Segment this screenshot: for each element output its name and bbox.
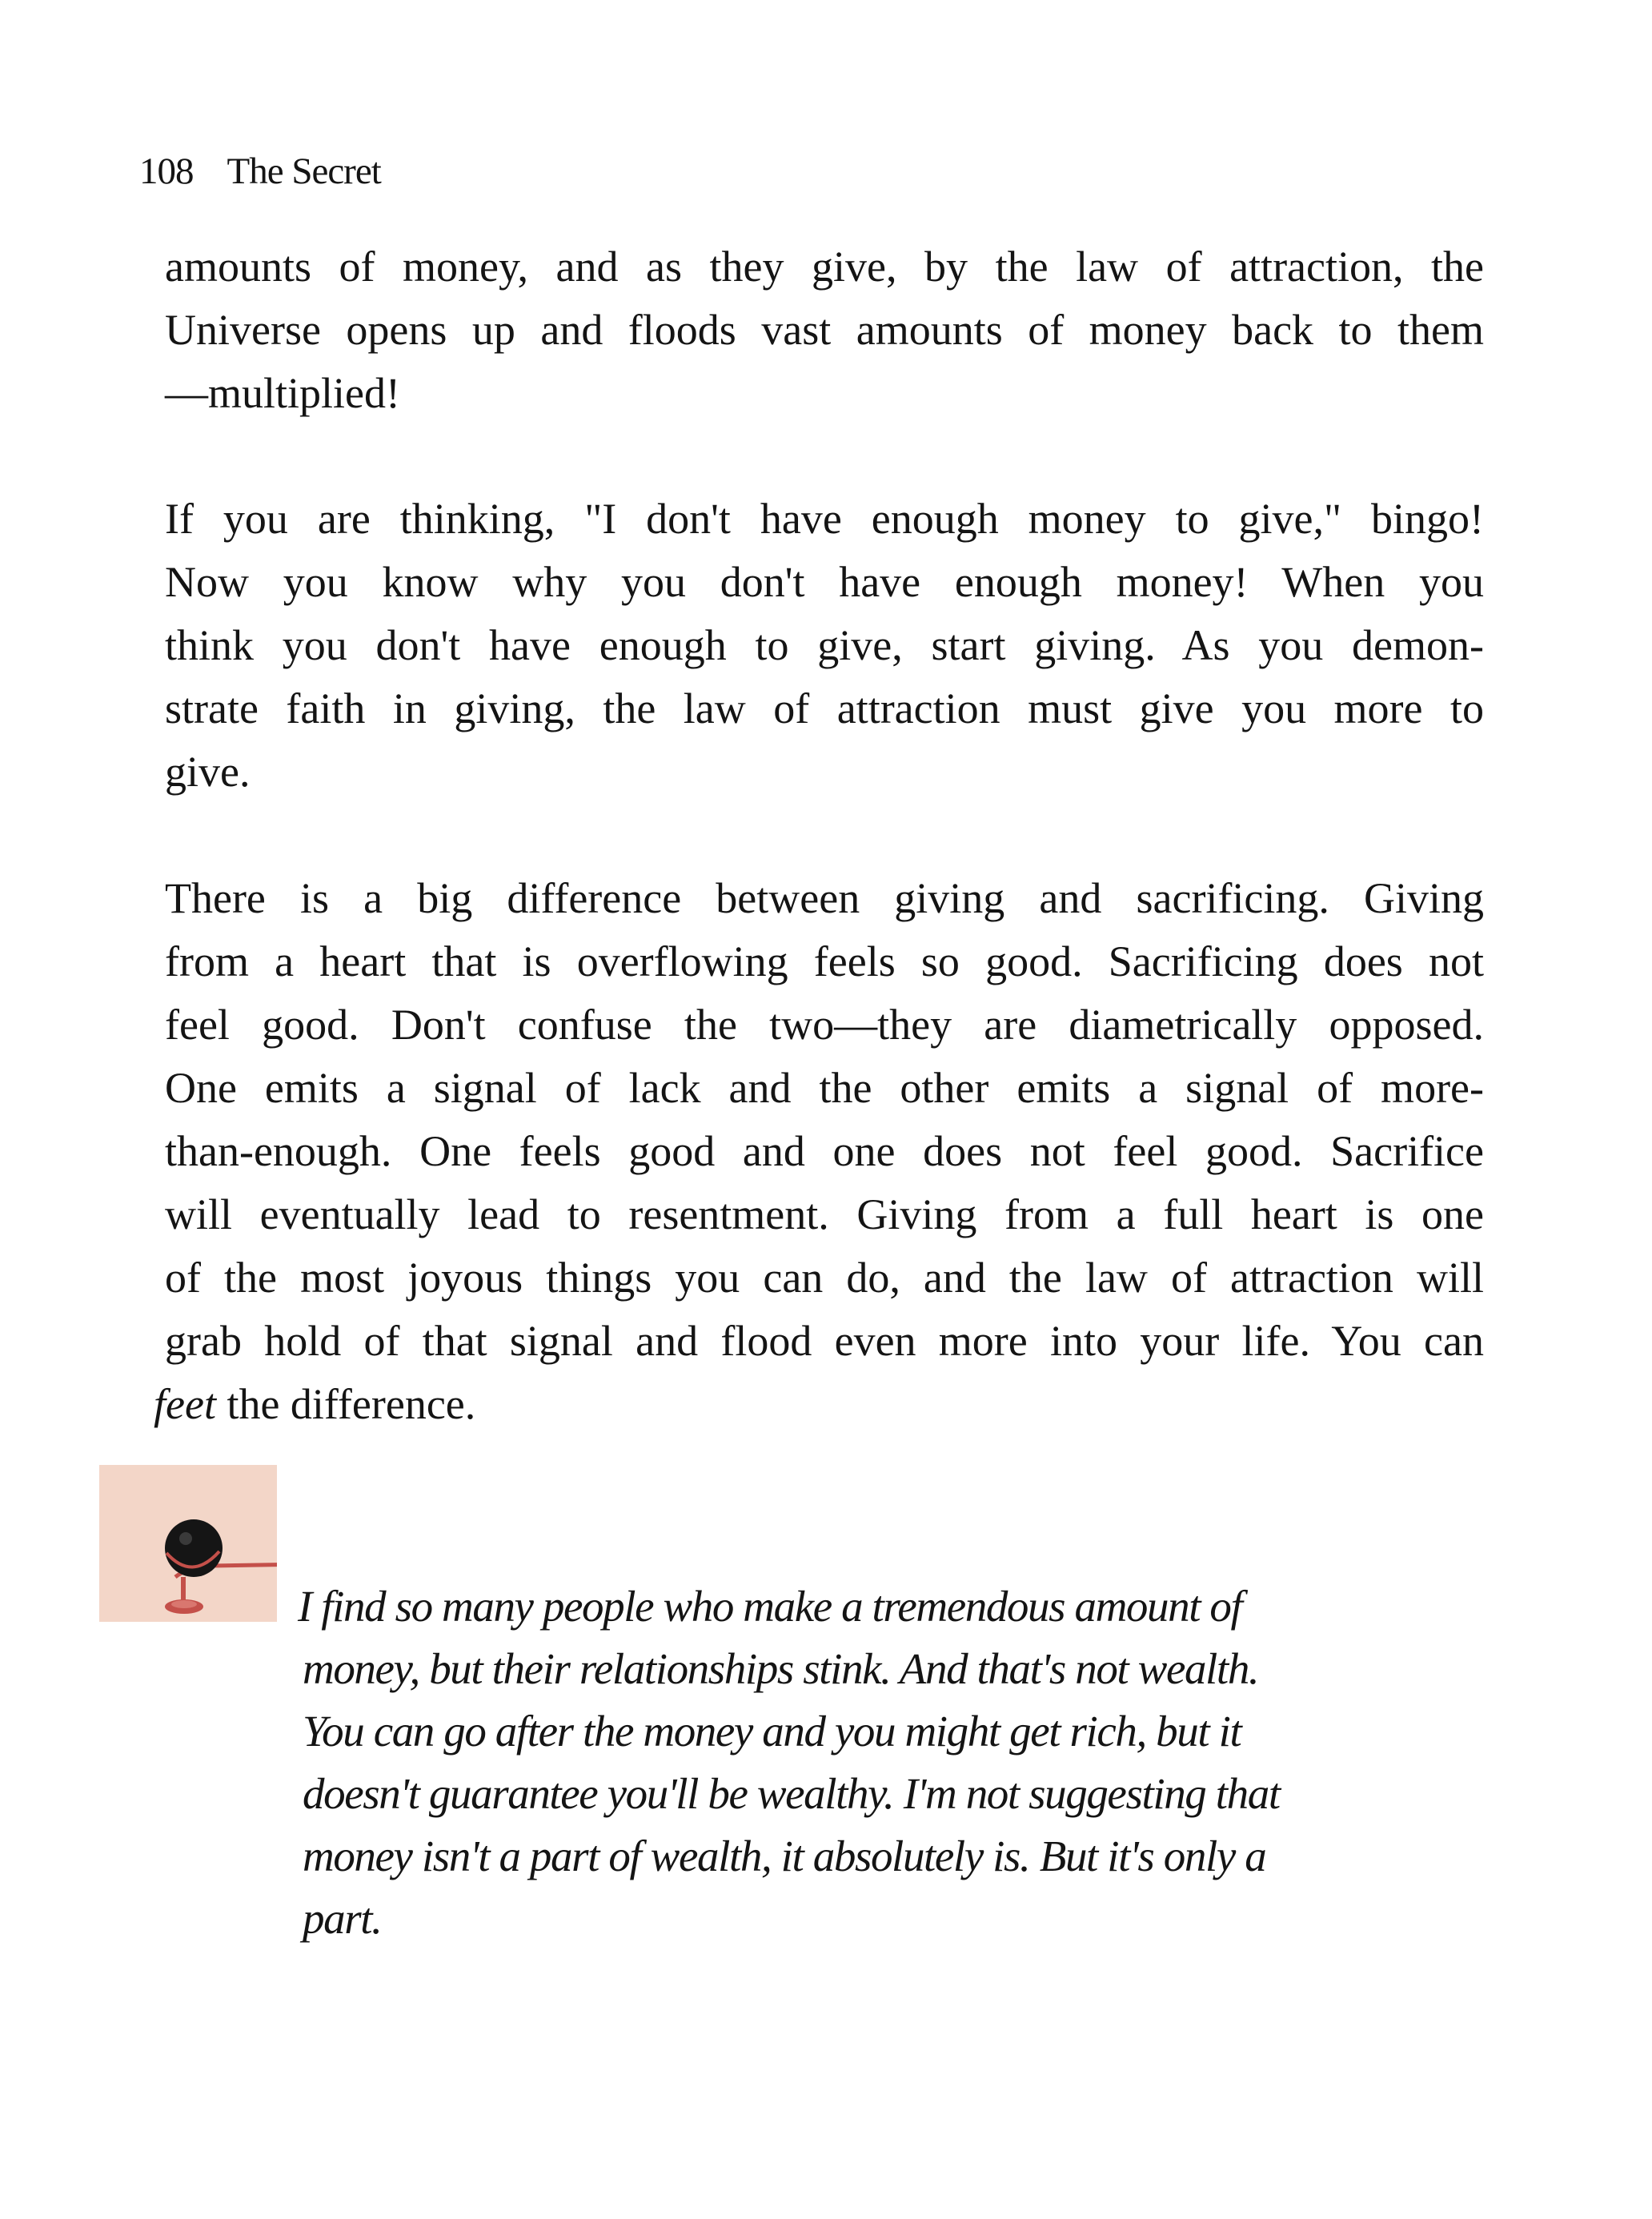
globe-icon	[99, 1465, 307, 1622]
emphasis-word: feet	[154, 1380, 216, 1428]
paragraph-3: There is a big difference between giving…	[154, 867, 1484, 1436]
quote-line: money, but their relationships stink. An…	[303, 1644, 1260, 1693]
text-line: If you are thinking, "I don't have enoug…	[165, 495, 1484, 543]
quote-line: You can go after the money and you might…	[303, 1707, 1242, 1756]
text-line: than-enough. One feels good and one does…	[165, 1127, 1484, 1175]
text-line: —multiplied!	[165, 369, 400, 417]
text-line: feel good. Don't confuse the two—they ar…	[165, 1001, 1484, 1049]
text-line: give.	[165, 748, 251, 796]
text-line: Now you know why you don't have enough m…	[165, 558, 1484, 606]
page-number: 108	[139, 150, 194, 192]
text-line: from a heart that is overflowing feels s…	[165, 937, 1484, 985]
quote-line: doesn't guarantee you'll be wealthy. I'm…	[303, 1769, 1281, 1818]
text-line: feet the difference.	[154, 1373, 1484, 1436]
quote-line: I find so many people who make a tremend…	[298, 1582, 1243, 1631]
paragraph-2: If you are thinking, "I don't have enoug…	[165, 488, 1484, 804]
globe-illustration	[99, 1465, 307, 1622]
text-line: There is a big difference between giving…	[165, 874, 1484, 922]
pull-quote: I find so many people who make a tremend…	[298, 1575, 1407, 1950]
paragraph-1: amounts of money, and as they give, by t…	[165, 235, 1484, 425]
text-line: Universe opens up and floods vast amount…	[165, 306, 1484, 354]
text-line: think you don't have enough to give, sta…	[165, 621, 1484, 669]
running-header: 108 The Secret	[139, 149, 382, 194]
text-line: amounts of money, and as they give, by t…	[165, 243, 1484, 291]
text-line: grab hold of that signal and flood even …	[165, 1317, 1484, 1365]
text-line: of the most joyous things you can do, an…	[165, 1254, 1484, 1302]
text-line: One emits a signal of lack and the other…	[165, 1064, 1484, 1112]
text-line: will eventually lead to resentment. Givi…	[165, 1190, 1484, 1238]
quote-line: part.	[303, 1894, 383, 1943]
book-title: The Secret	[227, 150, 382, 192]
text-line: strate faith in giving, the law of attra…	[165, 684, 1484, 732]
quote-line: money isn't a part of wealth, it absolut…	[303, 1832, 1267, 1880]
text-fragment: the difference.	[215, 1380, 476, 1428]
